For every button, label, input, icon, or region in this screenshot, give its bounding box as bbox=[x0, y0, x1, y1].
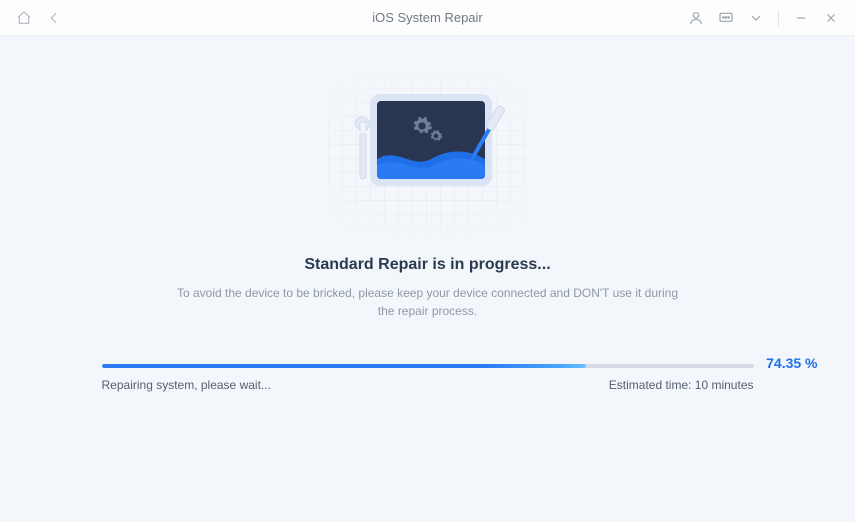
window-title: iOS System Repair bbox=[372, 10, 483, 25]
progress-info: Repairing system, please wait... Estimat… bbox=[102, 378, 754, 392]
main-content: Standard Repair is in progress... To avo… bbox=[0, 36, 855, 522]
titlebar-right bbox=[686, 8, 841, 28]
chevron-down-icon[interactable] bbox=[746, 8, 766, 28]
wrench-icon bbox=[346, 116, 380, 186]
screwdriver-icon bbox=[462, 98, 506, 178]
home-icon[interactable] bbox=[14, 8, 34, 28]
user-icon[interactable] bbox=[686, 8, 706, 28]
progress-subtext: To avoid the device to be bricked, pleas… bbox=[168, 284, 688, 320]
progress-eta: Estimated time: 10 minutes bbox=[609, 378, 754, 392]
titlebar-separator bbox=[778, 10, 779, 26]
titlebar-left bbox=[14, 8, 64, 28]
back-icon[interactable] bbox=[44, 8, 64, 28]
minimize-icon[interactable] bbox=[791, 8, 811, 28]
progress-section: 74.35 % Repairing system, please wait...… bbox=[102, 364, 754, 392]
progress-percent: 74.35 % bbox=[766, 355, 817, 371]
progress-status: Repairing system, please wait... bbox=[102, 378, 271, 392]
titlebar: iOS System Repair bbox=[0, 0, 855, 36]
gear-small-icon bbox=[429, 129, 443, 143]
progress-bar-fill bbox=[102, 364, 587, 368]
app-window: iOS System Repair bbox=[0, 0, 855, 522]
hero-illustration bbox=[328, 74, 528, 234]
progress-bar bbox=[102, 364, 754, 368]
close-icon[interactable] bbox=[821, 8, 841, 28]
progress-heading: Standard Repair is in progress... bbox=[304, 256, 550, 274]
feedback-icon[interactable] bbox=[716, 8, 736, 28]
